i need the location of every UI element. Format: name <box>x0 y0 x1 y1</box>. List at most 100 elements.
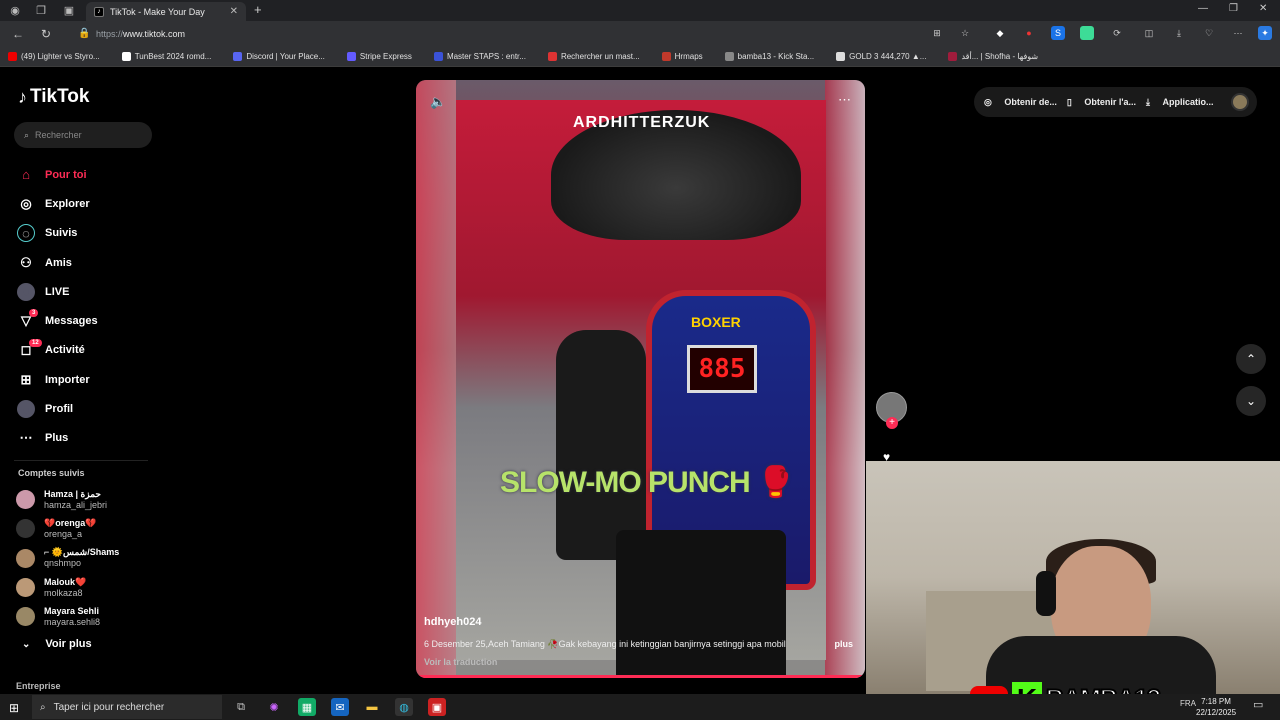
copilot-taskbar-icon[interactable]: ✺ <box>265 698 283 716</box>
video-more-icon[interactable]: ⋯ <box>838 92 851 108</box>
browser-essentials-icon[interactable]: ♡ <box>1202 26 1216 40</box>
bookmark-item[interactable]: Master STAPS : entr... <box>433 52 537 61</box>
bookmark-item[interactable]: Hrmaps <box>661 52 714 61</box>
sidebar-item-label: Plus <box>45 432 69 445</box>
see-more-button[interactable]: ⌄ Voir plus <box>22 638 92 650</box>
settings-more-icon[interactable]: ⋯ <box>1231 26 1245 40</box>
followed-account[interactable]: 💔orenga💔 orenga_a <box>16 514 119 543</box>
back-icon[interactable]: ← <box>12 27 24 41</box>
sidebar-item-importer[interactable]: ⊞ Importer <box>17 365 98 394</box>
taskbar-search-placeholder: Taper ici pour rechercher <box>53 701 165 713</box>
bookmark-item[interactable]: Rechercher un mast... <box>547 52 651 61</box>
get-app-label: Obtenir l'a... <box>1084 96 1136 107</box>
taskbar-search-input[interactable]: ⌕ Taper ici pour rechercher <box>32 695 222 719</box>
bookmark-favicon-icon <box>233 52 243 61</box>
desktop-app-button[interactable]: ⤓ Applicatio... <box>1146 97 1214 108</box>
task-view-icon[interactable]: ⧉ <box>232 698 250 716</box>
followed-account[interactable]: Malouk❤️ molkaza8 <box>16 573 119 602</box>
live-icon: ● <box>17 282 35 301</box>
follow-plus-icon[interactable]: + <box>886 417 898 429</box>
friends-icon: ⚇ <box>20 254 32 270</box>
extension-1-icon[interactable]: ◆ <box>993 26 1007 40</box>
get-coins-label: Obtenir de... <box>1004 96 1057 107</box>
notifications-icon[interactable]: ▭ <box>1253 698 1263 711</box>
sidebar-item-activit[interactable]: ◻ 12 Activité <box>17 336 98 365</box>
bookmark-favicon-icon <box>661 52 671 61</box>
bookmark-item[interactable]: أقد... | Shofha - شوفها <box>948 52 1049 61</box>
reload-icon[interactable]: ↻ <box>41 27 51 41</box>
new-tab-icon[interactable]: + <box>254 2 262 17</box>
split-screen-icon[interactable]: ◫ <box>1142 26 1156 40</box>
file-explorer-icon[interactable]: ▬ <box>363 698 381 716</box>
video-frame: ARDHITTERZUK BOXER 885 <box>456 100 826 678</box>
user-avatar[interactable] <box>1231 93 1249 111</box>
sidebar-item-plus[interactable]: ⋯ Plus <box>17 424 98 453</box>
video-blur-right <box>825 80 865 678</box>
sidebar-item-messages[interactable]: ▽ 3 Messages <box>17 306 98 335</box>
close-tab-icon[interactable]: ✕ <box>230 6 238 17</box>
extension-2-icon[interactable]: ● <box>1022 26 1036 40</box>
workspaces-icon[interactable]: ❐ <box>30 0 52 21</box>
maximize-icon[interactable]: ❐ <box>1229 3 1238 14</box>
tiktok-logo[interactable]: ♪ TikTok <box>18 86 89 108</box>
get-app-button[interactable]: ▯ Obtenir l'a... <box>1067 97 1136 108</box>
bookmark-item[interactable]: (49) Lighter vs Styro... <box>8 52 111 61</box>
sidebar-item-pourtoi[interactable]: ⌂ Pour toi <box>17 160 98 189</box>
sidebar-item-label: Pour toi <box>45 168 87 181</box>
score-display: 885 <box>687 345 757 393</box>
minimize-icon[interactable]: — <box>1198 3 1208 14</box>
edge-icon[interactable]: ◍ <box>395 698 413 716</box>
next-video-button[interactable]: ⌄ <box>1236 386 1266 416</box>
close-window-icon[interactable]: ✕ <box>1259 3 1267 14</box>
get-coins-button[interactable]: ◎ Obtenir de... <box>984 97 1057 108</box>
followed-account[interactable]: Hamza | حمزة hamza_ali_jebri <box>16 485 119 514</box>
profile-icon[interactable]: ◉ <box>4 0 26 21</box>
bookmark-item[interactable]: TunBest 2024 romd... <box>121 52 223 61</box>
search-input[interactable]: ⌕ Rechercher <box>14 122 152 148</box>
sidebar-item-suivis[interactable]: ◌ Suivis <box>17 219 98 248</box>
bookmark-item[interactable]: bamba13 - Kick Sta... <box>724 52 825 61</box>
tab-actions-icon[interactable]: ▣ <box>58 0 80 21</box>
avatar <box>16 578 35 598</box>
followed-account[interactable]: Mayara Sehli mayara.sehli8 <box>16 602 119 631</box>
extension-4-icon[interactable] <box>1080 26 1094 40</box>
clock[interactable]: 7:18 PM 22/12/2025 <box>1196 696 1236 718</box>
favorite-star-icon[interactable]: ☆ <box>958 26 972 40</box>
bookmark-item[interactable]: Stripe Express <box>346 52 423 61</box>
sidebar-item-live[interactable]: ● LIVE <box>17 277 98 306</box>
url-field[interactable]: https://www.tiktok.com <box>96 25 951 43</box>
copilot-icon[interactable]: ✦ <box>1258 26 1272 40</box>
app-icon[interactable]: ▣ <box>428 698 446 716</box>
sidebar-item-amis[interactable]: ⚇ Amis <box>17 248 98 277</box>
site-info-icon[interactable]: 🔒 <box>78 28 90 39</box>
outlook-icon[interactable]: ✉ <box>331 698 349 716</box>
tab-tiktok[interactable]: ♪ TikTok - Make Your Day ✕ <box>86 2 246 21</box>
previous-video-button[interactable]: ⌃ <box>1236 344 1266 374</box>
chevron-down-icon: ⌄ <box>22 638 31 650</box>
video-progress-bar[interactable] <box>416 675 865 678</box>
store-icon[interactable]: ▦ <box>298 698 316 716</box>
home-icon: ⌂ <box>22 167 30 183</box>
windows-start-icon[interactable]: ⊞ <box>9 701 19 715</box>
downloads-icon[interactable]: ⤓ <box>1172 26 1186 40</box>
extension-3-icon[interactable]: S <box>1051 26 1065 40</box>
translate-link[interactable]: Voir la traduction <box>424 657 497 667</box>
language-indicator[interactable]: FRA <box>1180 699 1196 708</box>
clock-date: 22/12/2025 <box>1196 708 1237 717</box>
footer-link-business[interactable]: Entreprise <box>16 681 61 691</box>
sidebar-item-explorer[interactable]: ◎ Explorer <box>17 189 98 218</box>
video-author[interactable]: hdhyeh024 <box>424 616 481 628</box>
video-player[interactable]: ARDHITTERZUK BOXER 885 SLOW-MO PUNCH 🥊 🔈… <box>416 80 865 678</box>
sidebar-item-profil[interactable]: ● Profil <box>17 394 98 423</box>
bookmark-item[interactable]: Discord | Your Place... <box>233 52 336 61</box>
bookmark-favicon-icon <box>433 52 443 61</box>
bookmark-label: Stripe Express <box>359 52 412 61</box>
followed-account[interactable]: ⌐ 🌞شمس/Shams qnshmpo <box>16 544 119 573</box>
app-available-icon[interactable]: ⊞ <box>930 26 944 40</box>
volume-icon[interactable]: 🔈 <box>430 94 446 110</box>
extensions-icon[interactable]: ⟳ <box>1110 26 1124 40</box>
notification-badge: 3 <box>29 309 39 318</box>
caption-more-button[interactable]: plus <box>834 639 853 649</box>
bookmark-item[interactable]: GOLD 3 444,270 ▲... <box>836 52 937 61</box>
desktop-app-label: Applicatio... <box>1162 96 1214 107</box>
